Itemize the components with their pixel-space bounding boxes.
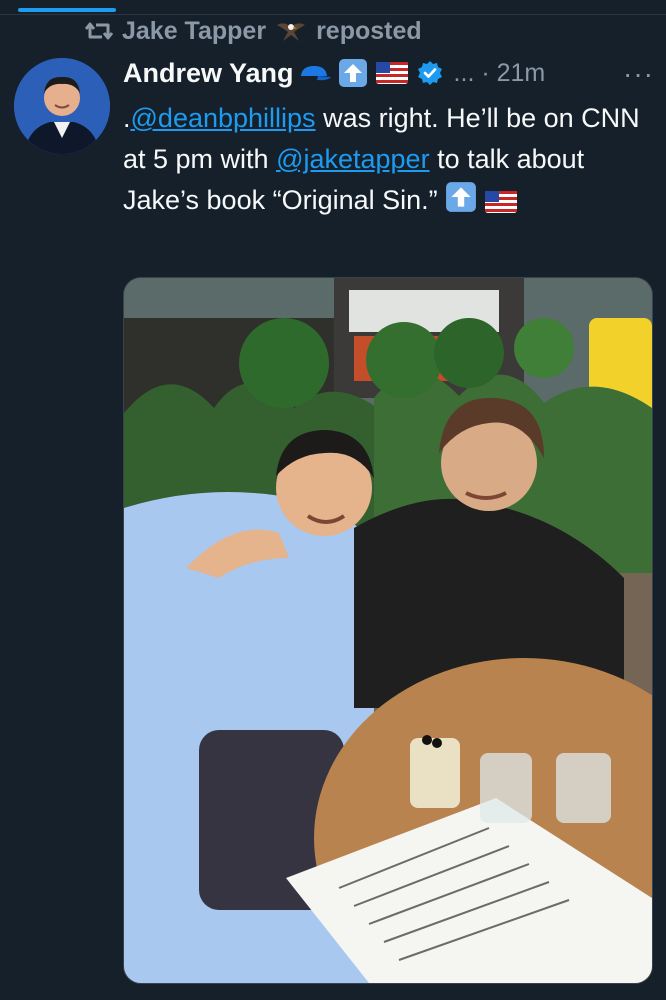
author-avatar[interactable] [14, 58, 110, 154]
tweet-header: Andrew Yang ... · 21m [123, 54, 545, 92]
avatar-image [14, 58, 110, 154]
text-prefix: . [123, 103, 131, 133]
active-indicator [18, 8, 116, 12]
photo-illustration [124, 278, 652, 983]
tweet-time[interactable]: 21m [497, 59, 546, 87]
author-name[interactable]: Andrew Yang [123, 58, 294, 89]
us-flag-emoji [484, 191, 517, 213]
mention-link-jaketapper[interactable]: @jaketapper [276, 144, 430, 174]
repost-icon [84, 22, 114, 40]
arrow-up-emoji [338, 59, 367, 87]
repost-user[interactable]: Jake Tapper [122, 17, 266, 46]
verified-badge-icon [417, 61, 442, 85]
cap-icon [300, 66, 331, 81]
us-flag-emoji [375, 62, 408, 84]
repost-context[interactable]: Jake Tapper reposted [84, 14, 422, 48]
more-icon[interactable]: ··· [623, 58, 654, 90]
arrow-up-emoji [446, 182, 477, 212]
attached-photo[interactable] [123, 277, 653, 984]
eagle-icon [277, 23, 306, 41]
mention-link-deanbphillips[interactable]: @deanbphillips [131, 103, 316, 133]
repost-label: reposted [316, 16, 422, 45]
tweet-meta: ... · 21m [454, 59, 546, 88]
meta-separator: ... · [453, 58, 490, 87]
tweet-text: .@deanbphillips was right. He’ll be on C… [123, 98, 658, 221]
